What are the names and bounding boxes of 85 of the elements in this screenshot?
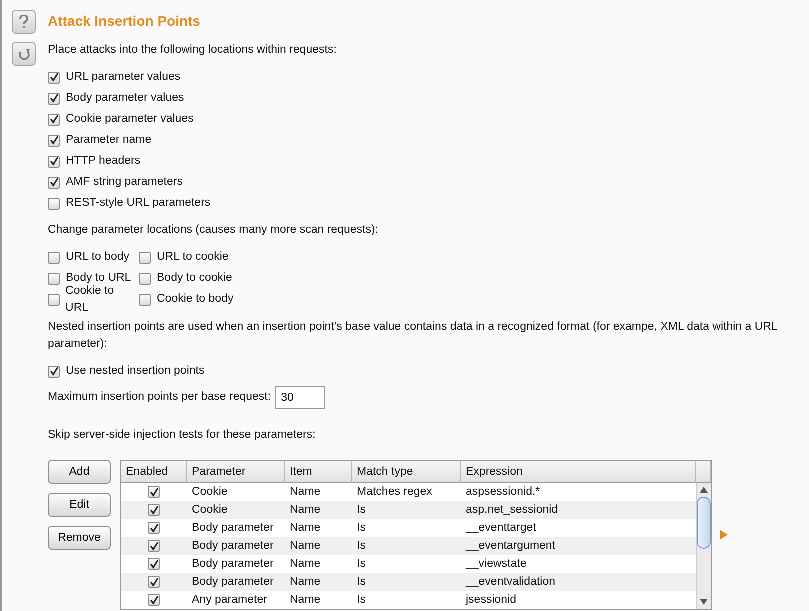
table-cell-text: Body parameter bbox=[191, 556, 275, 572]
table-cell-text: Any parameter bbox=[191, 592, 268, 608]
checkbox[interactable] bbox=[139, 294, 151, 306]
instruction-text: Nested insertion points are used when an insertion point's base value contains data in a recognized format (for exampe, XML data within a URL parameter): bbox=[48, 320, 778, 352]
checkbox-label[interactable]: HTTP headers bbox=[66, 153, 141, 170]
table-cell-text: Name bbox=[289, 556, 322, 572]
checkbox[interactable] bbox=[48, 273, 60, 285]
checkbox[interactable] bbox=[48, 156, 60, 168]
checkbox[interactable] bbox=[148, 504, 160, 516]
add-button[interactable]: Add bbox=[48, 460, 111, 484]
checkbox[interactable] bbox=[48, 114, 60, 126]
checkbox-label[interactable]: URL to body bbox=[66, 249, 130, 267]
checkbox[interactable] bbox=[148, 540, 160, 552]
table-cell-text: jsessionid bbox=[464, 592, 518, 608]
checkbox[interactable] bbox=[148, 522, 160, 534]
table-cell-text: Name bbox=[289, 538, 322, 554]
up-arrow-icon[interactable] bbox=[700, 487, 708, 494]
checkbox[interactable] bbox=[148, 486, 160, 498]
table-cell-text: asp.net_sessionid bbox=[465, 502, 560, 518]
checkbox[interactable] bbox=[148, 558, 160, 570]
checkbox[interactable] bbox=[148, 594, 160, 606]
checkbox[interactable] bbox=[139, 273, 151, 285]
checkbox-label[interactable]: URL parameter values bbox=[66, 69, 181, 86]
column-header[interactable]: Enabled bbox=[121, 461, 187, 484]
table-cell-text: Is bbox=[356, 592, 367, 608]
table-cell-text: __eventargument bbox=[464, 538, 557, 554]
reset-button[interactable] bbox=[12, 42, 36, 66]
checkbox[interactable] bbox=[48, 198, 60, 210]
table-cell-text: Name bbox=[289, 574, 322, 590]
down-arrow-icon[interactable] bbox=[700, 599, 708, 606]
checkbox-label[interactable]: AMF string parameters bbox=[66, 174, 183, 192]
column-header[interactable]: Item bbox=[285, 461, 352, 484]
circular-arrow-icon bbox=[18, 48, 30, 60]
checkbox[interactable] bbox=[48, 176, 60, 189]
table-cell-text: __eventtarget bbox=[464, 520, 538, 536]
table-cell-text: Body parameter bbox=[191, 538, 275, 554]
instruction-text: Change parameter locations (causes many more scan requests): bbox=[48, 223, 380, 238]
table-cell-text: aspsessionid.* bbox=[465, 484, 542, 500]
table-cell-text: Body parameter bbox=[191, 574, 275, 590]
instruction-text: Place attacks into the following locations within requests: bbox=[48, 43, 338, 58]
table-cell-text: Is bbox=[356, 538, 367, 554]
table-cell-text: __eventvalidation bbox=[464, 574, 557, 590]
table-cell-text: Is bbox=[356, 556, 367, 572]
question-mark-icon bbox=[19, 15, 29, 29]
checkbox[interactable] bbox=[48, 134, 60, 147]
help-button[interactable] bbox=[12, 10, 36, 34]
checkbox-label[interactable]: REST-style URL parameters bbox=[66, 195, 211, 212]
checkbox[interactable] bbox=[48, 252, 60, 264]
table-cell-text: Name bbox=[289, 502, 322, 518]
checkbox[interactable] bbox=[48, 294, 60, 306]
table-cell-text: Is bbox=[356, 574, 367, 590]
checkbox[interactable] bbox=[48, 366, 60, 378]
table-cell-text: Name bbox=[289, 520, 322, 536]
edit-button[interactable]: Edit bbox=[48, 493, 111, 518]
table-cell-text: Is bbox=[356, 520, 367, 536]
checkbox-label[interactable]: Parameter name bbox=[66, 132, 152, 150]
checkbox[interactable] bbox=[48, 72, 60, 84]
checkbox-label[interactable]: Cookie to URL bbox=[66, 282, 137, 318]
table-cell-text: Body parameter bbox=[191, 520, 275, 536]
checkbox-label[interactable]: Body to cookie bbox=[157, 270, 232, 288]
checkbox[interactable] bbox=[139, 252, 151, 264]
table-cell-text: Name bbox=[289, 484, 322, 500]
table-cell-text: Is bbox=[356, 502, 367, 518]
scrollbar[interactable] bbox=[696, 483, 711, 610]
checkbox[interactable] bbox=[148, 576, 160, 588]
table-cell-text: Cookie bbox=[191, 484, 229, 500]
checkbox[interactable] bbox=[48, 92, 60, 105]
table-cell-text: Matches regex bbox=[356, 484, 434, 500]
field-label: Maximum insertion points per base request: bbox=[48, 390, 272, 405]
instruction-text: Skip server-side injection tests for these parameters: bbox=[48, 428, 317, 443]
column-header[interactable]: Expression bbox=[461, 461, 696, 484]
checkbox-label[interactable]: Use nested insertion points bbox=[66, 362, 205, 380]
column-header[interactable]: Parameter bbox=[187, 461, 285, 484]
scrollbar-thumb[interactable] bbox=[697, 497, 711, 550]
table-cell-text: Cookie bbox=[191, 502, 229, 518]
table-cell-text: __viewstate bbox=[464, 556, 528, 572]
checkbox-label[interactable]: Body parameter values bbox=[66, 90, 184, 108]
remove-button[interactable]: Remove bbox=[48, 526, 111, 550]
checkbox-label[interactable]: Cookie to body bbox=[157, 291, 234, 309]
checkbox-label[interactable]: URL to cookie bbox=[157, 249, 229, 267]
checkbox-label[interactable]: Cookie parameter values bbox=[66, 111, 194, 128]
number-field[interactable]: 30 bbox=[275, 386, 326, 409]
table-cell-text: Name bbox=[289, 592, 322, 608]
section-title: Attack Insertion Points bbox=[48, 12, 202, 31]
column-header[interactable]: Match type bbox=[352, 461, 461, 484]
